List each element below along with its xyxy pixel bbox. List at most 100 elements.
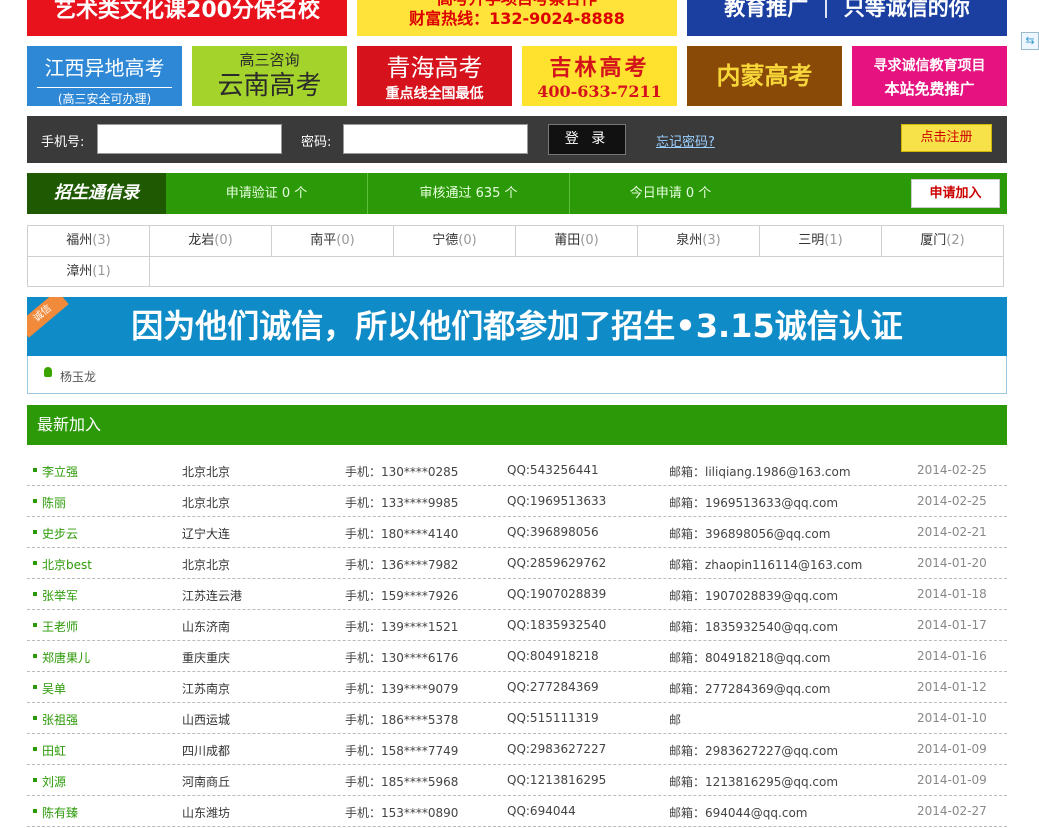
ad-banner-promotion[interactable]: 教育推广 ｜ 只等诚信的你 xyxy=(687,0,1007,36)
forgot-password-link[interactable]: 忘记密码? xyxy=(656,131,715,150)
bullet-icon xyxy=(33,654,37,658)
table-row: 王老师 山东济南 手机：139****1521 QQ:1835932540 邮箱：183… xyxy=(27,610,1007,641)
member-email: 邮箱：1907028839@qq.com xyxy=(669,589,839,603)
member-date: 2014-01-18 xyxy=(917,587,987,601)
table-row: 郑唐果儿 重庆重庆 手机：130****6176 QQ:804918218 邮箱：804… xyxy=(27,641,1007,672)
member-email: 邮箱：1969513633@qq.com xyxy=(669,496,839,510)
stats-title: 招生通信录 xyxy=(27,173,166,214)
bullet-icon xyxy=(33,530,37,534)
phone-label: 手机号: xyxy=(41,135,85,150)
integrity-member-link[interactable]: 杨玉龙 xyxy=(60,368,96,385)
member-list: 李立强 北京北京 手机：130****0285 QQ:543256441 邮箱：lili… xyxy=(27,455,1007,827)
member-name-link[interactable]: 陈丽 xyxy=(42,494,66,511)
member-name-link[interactable]: 李立强 xyxy=(42,463,78,480)
integrity-headline: 因为他们诚信，所以他们都参加了招生•3.15诚信认证 xyxy=(131,307,903,345)
member-date: 2014-01-12 xyxy=(917,680,987,694)
ad-banner-phone: 财富热线：132-9024-8888 xyxy=(409,9,625,28)
ad-banner-text: 寻求诚信教育项目 xyxy=(873,58,986,74)
city-name: 莆田 xyxy=(554,233,581,248)
bullet-icon xyxy=(33,468,37,472)
city-count: (3) xyxy=(92,233,111,248)
ad-banner-neimeng[interactable]: 内蒙高考 xyxy=(687,46,842,106)
member-phone: 手机：158****7749 xyxy=(345,744,459,758)
city-link[interactable]: 南平(0) xyxy=(272,226,394,256)
city-name: 龙岩 xyxy=(188,233,215,248)
password-input[interactable] xyxy=(343,124,528,154)
register-button[interactable]: 点击注册 xyxy=(901,124,992,152)
member-email: 邮箱：1835932540@qq.com xyxy=(669,620,839,634)
member-date: 2014-01-16 xyxy=(917,649,987,663)
ad-banner-art-school[interactable]: 艺术类文化课200分保名校 xyxy=(27,0,347,36)
ad-banner-free-promo[interactable]: 寻求诚信教育项目 本站免费推广 xyxy=(852,46,1007,106)
member-name-link[interactable]: 王老师 xyxy=(42,618,78,635)
city-link[interactable]: 三明(1) xyxy=(760,226,882,256)
member-date: 2014-01-20 xyxy=(917,556,987,570)
login-bar: 手机号: 密码: 登 录 忘记密码? 点击注册 xyxy=(27,116,1007,163)
city-link[interactable]: 莆田(0) xyxy=(516,226,638,256)
table-row: 陈有臻 山东潍坊 手机：153****0890 QQ:694044 邮箱：694044@… xyxy=(27,796,1007,827)
member-name-link[interactable]: 刘源 xyxy=(42,773,66,790)
city-link[interactable]: 厦门(2) xyxy=(882,226,1003,256)
city-name: 南平 xyxy=(310,233,337,248)
apply-join-button[interactable]: 申请加入 xyxy=(911,179,1000,208)
city-link[interactable]: 福州(3) xyxy=(28,226,150,256)
member-qq: QQ:396898056 xyxy=(507,525,599,539)
member-qq: QQ:515111319 xyxy=(507,711,599,725)
member-qq: QQ:694044 xyxy=(507,804,576,818)
ad-banner-text: 高考升学项目考察合作 xyxy=(357,0,677,8)
bullet-icon xyxy=(33,623,37,627)
member-name-link[interactable]: 史步云 xyxy=(42,525,78,542)
ad-banner-yunnan[interactable]: 高三咨询 云南高考 xyxy=(192,46,347,106)
table-row: 北京best 北京北京 手机：136****7982 QQ:2859629762 邮箱：… xyxy=(27,548,1007,579)
ad-banner-cooperation[interactable]: 高考升学项目考察合作 财富热线：132-9024-8888 xyxy=(357,0,677,36)
member-phone: 手机：186****5378 xyxy=(345,713,459,727)
city-link[interactable]: 龙岩(0) xyxy=(150,226,272,256)
member-email: 邮箱：liliqiang.1986@163.com xyxy=(669,465,851,479)
member-name-link[interactable]: 张祖强 xyxy=(42,711,78,728)
member-name-link[interactable]: 田虹 xyxy=(42,742,66,759)
member-email: 邮箱：1213816295@qq.com xyxy=(669,775,839,789)
city-link[interactable]: 宁德(0) xyxy=(394,226,516,256)
member-name-link[interactable]: 郑唐果儿 xyxy=(42,649,90,666)
table-row: 张举军 江苏连云港 手机：159****7926 QQ:1907028839 邮箱：19… xyxy=(27,579,1007,610)
login-button[interactable]: 登 录 xyxy=(548,124,626,155)
bullet-icon xyxy=(33,592,37,596)
member-city: 重庆重庆 xyxy=(182,651,231,665)
password-label: 密码: xyxy=(301,135,332,150)
bullet-icon xyxy=(33,716,37,720)
city-count: (0) xyxy=(580,233,599,248)
table-row: 吴单 江苏南京 手机：139****9079 QQ:277284369 邮箱：27728… xyxy=(27,672,1007,703)
city-link[interactable]: 泉州(3) xyxy=(638,226,760,256)
ad-banner-text: 教育推广 ｜ 只等诚信的你 xyxy=(724,0,970,20)
member-city: 四川成都 xyxy=(182,744,231,758)
float-share-icon[interactable]: ⇆ xyxy=(1021,32,1039,50)
member-city: 山东济南 xyxy=(182,620,231,634)
ad-banner-jilin[interactable]: 吉林高考 400-633-7211 xyxy=(522,46,677,106)
city-count: (1) xyxy=(824,233,843,248)
member-name-link[interactable]: 吴单 xyxy=(42,680,66,697)
phone-input[interactable] xyxy=(97,124,282,154)
member-city: 北京北京 xyxy=(182,496,231,510)
city-name: 厦门 xyxy=(920,233,947,248)
member-name-link[interactable]: 张举军 xyxy=(42,587,78,604)
city-name: 宁德 xyxy=(432,233,459,248)
member-qq: QQ:1969513633 xyxy=(507,494,607,508)
ad-banner-subtext: 本站免费推广 xyxy=(884,80,975,98)
city-count: (1) xyxy=(92,264,111,279)
member-date: 2014-01-09 xyxy=(917,773,987,787)
city-count: (0) xyxy=(458,233,477,248)
ad-banner-text: 内蒙高考 xyxy=(716,62,813,90)
member-name-link[interactable]: 陈有臻 xyxy=(42,804,78,821)
stat-apply-verify: 申请验证 0 个 xyxy=(225,186,308,201)
bullet-icon xyxy=(33,778,37,782)
member-date: 2014-01-17 xyxy=(917,618,987,632)
stat-today: 今日申请 0 个 xyxy=(629,186,712,201)
bullet-icon xyxy=(33,499,37,503)
member-name-link[interactable]: 北京best xyxy=(42,556,92,573)
city-link[interactable]: 漳州(1) xyxy=(28,257,150,287)
table-row: 张祖强 山西运城 手机：186****5378 QQ:515111319 邮 2014-0… xyxy=(27,703,1007,734)
ad-banner-qinghai[interactable]: 青海高考 重点线全国最低 xyxy=(357,46,512,106)
member-email: 邮箱：2983627227@qq.com xyxy=(669,744,839,758)
ad-banner-jiangxi[interactable]: 江西异地高考 (高三安全可办理) xyxy=(27,46,182,106)
bullet-icon xyxy=(33,561,37,565)
